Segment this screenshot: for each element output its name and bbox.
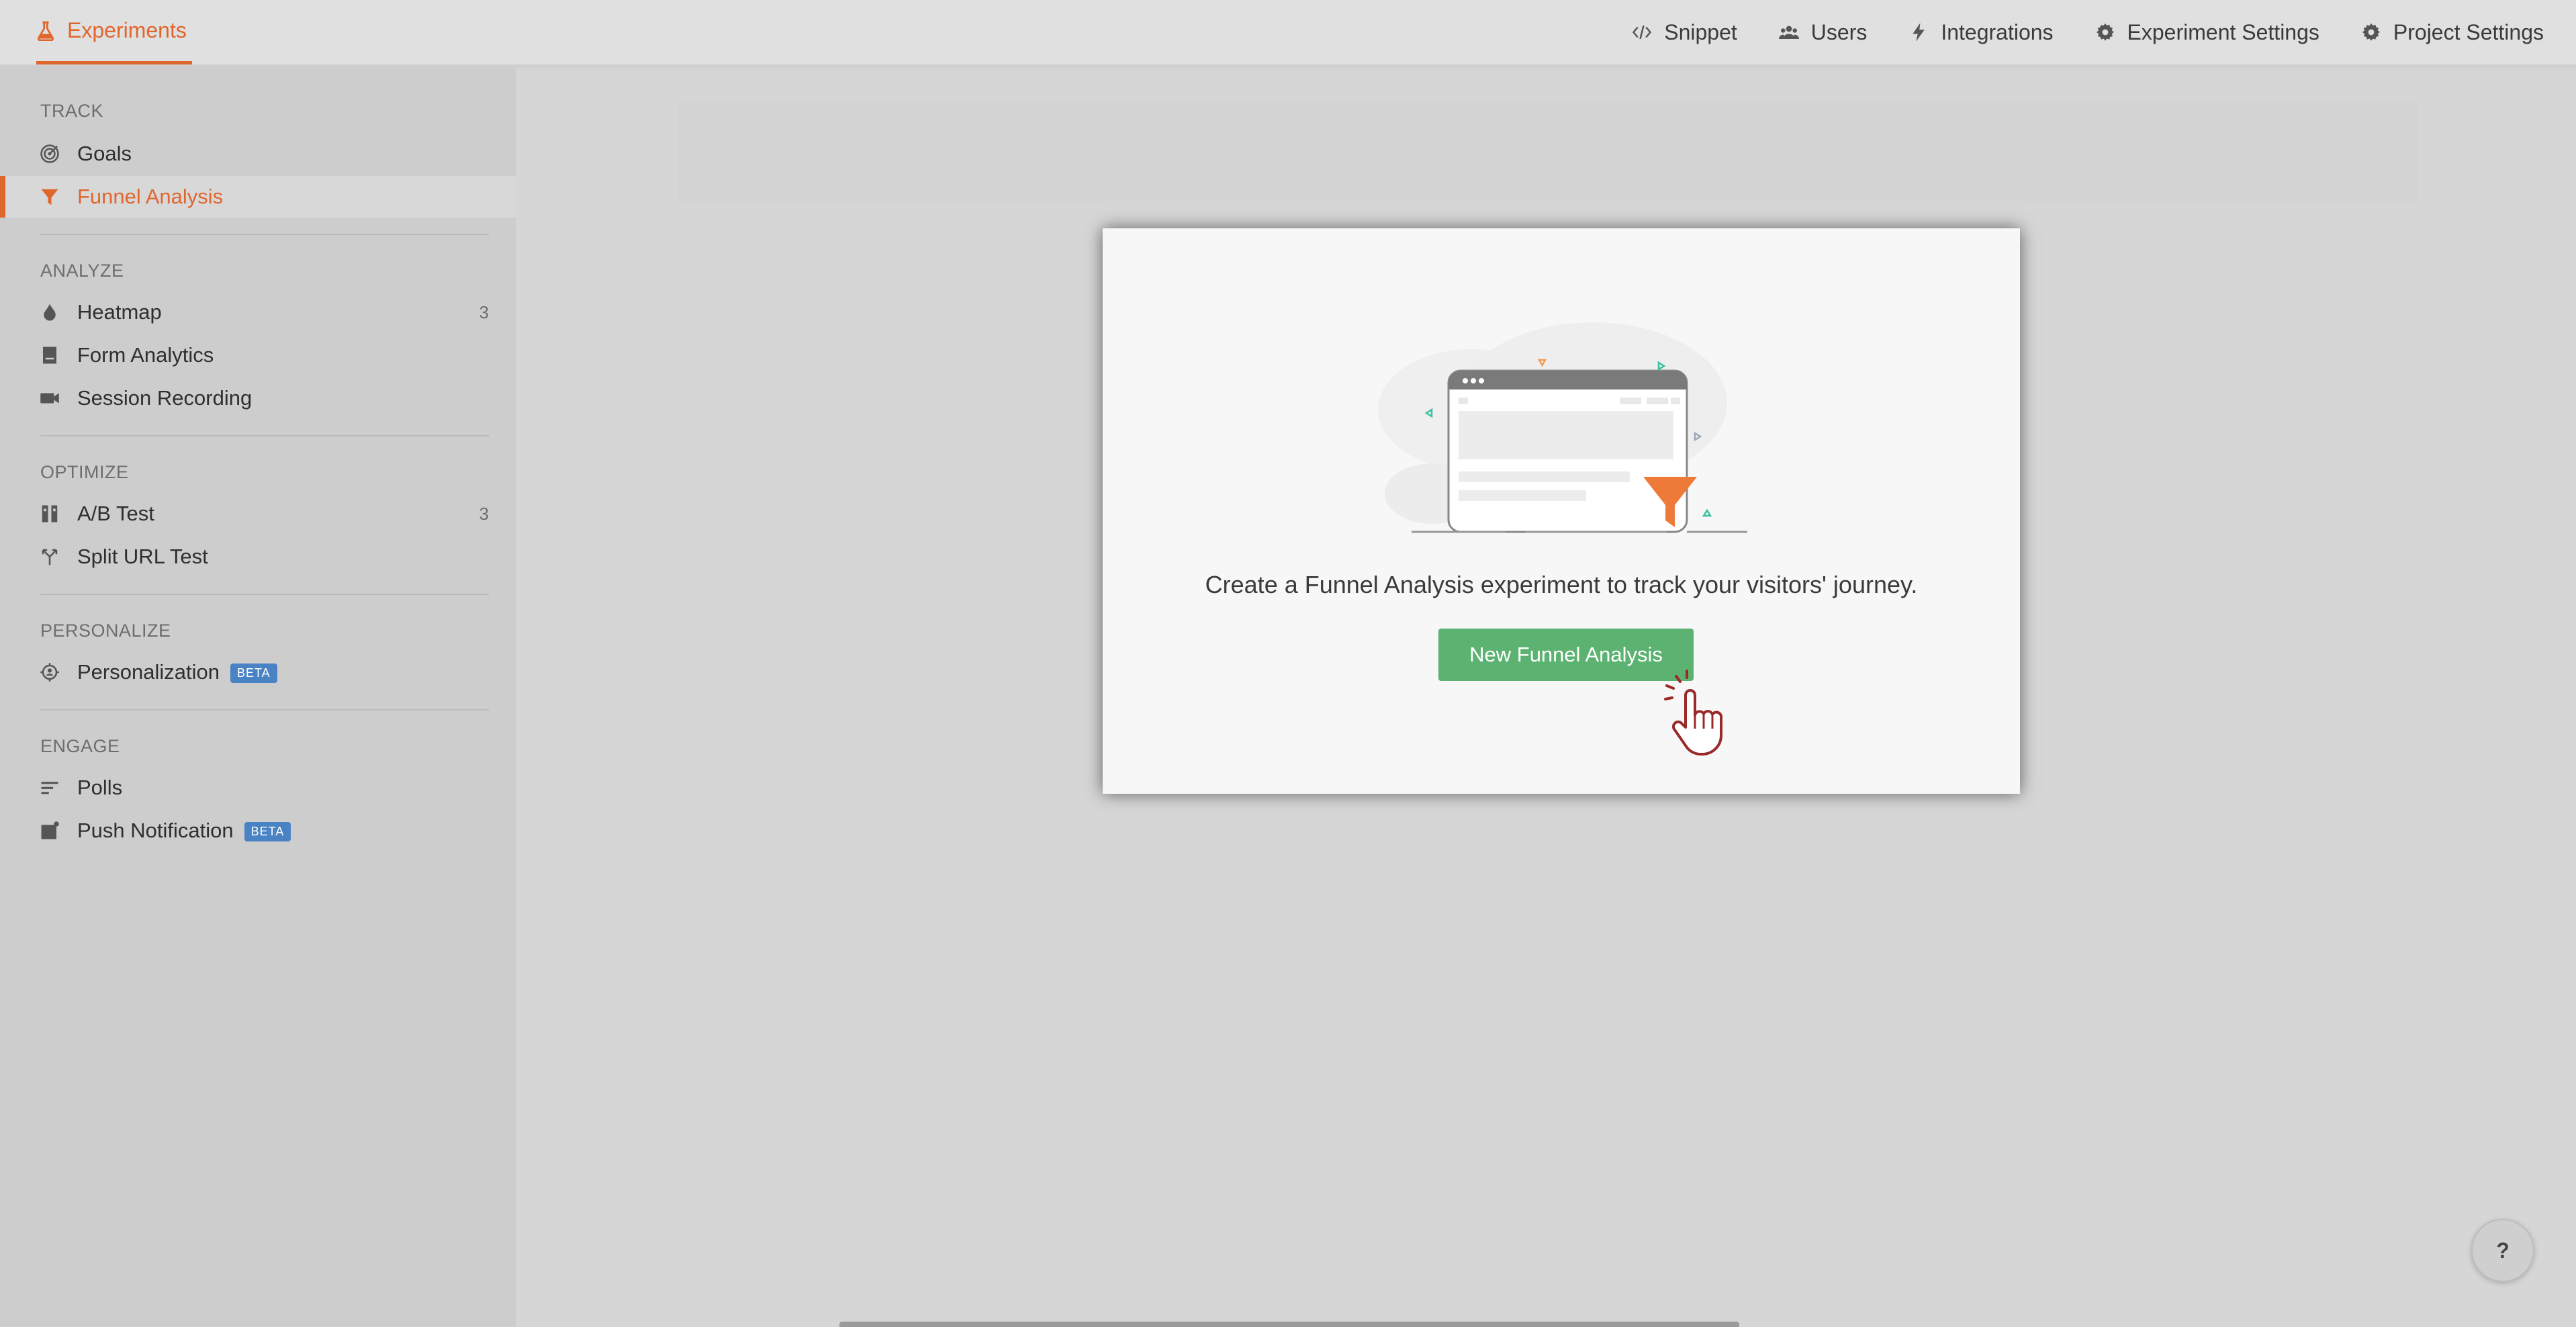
sidebar-item-label: Polls — [77, 776, 123, 799]
sidebar-item-goals[interactable]: Goals — [0, 133, 516, 175]
section-title-personalize: PERSONALIZE — [40, 621, 171, 641]
sidebar-item-form-analytics[interactable]: Form Analytics — [0, 334, 516, 376]
sidebar: TRACK Goals Funnel Analysis ANALYZE Heat… — [0, 66, 516, 1327]
experiments-tab[interactable]: Experiments — [36, 0, 192, 64]
beta-badge: BETA — [230, 664, 277, 684]
sidebar-item-label: Push Notification BETA — [77, 819, 291, 843]
experiments-tab-label: Experiments — [67, 18, 187, 42]
snippet-label: Snippet — [1664, 19, 1737, 44]
flask-icon — [37, 21, 54, 41]
push-notification-label: Push Notification — [77, 819, 234, 842]
sidebar-item-heatmap[interactable]: Heatmap 3 — [0, 291, 516, 333]
sidebar-item-funnel-analysis[interactable]: Funnel Analysis — [0, 176, 516, 218]
sidebar-item-polls[interactable]: Polls — [0, 767, 516, 809]
ab-test-count: 3 — [479, 503, 489, 524]
experiment-settings-label: Experiment Settings — [2127, 19, 2319, 44]
project-settings-link[interactable]: Project Settings — [2361, 20, 2544, 45]
divider — [40, 594, 489, 595]
divider — [40, 435, 489, 437]
section-title-analyze: ANALYZE — [40, 261, 124, 281]
sidebar-item-ab-test[interactable]: A/B Test 3 — [0, 493, 516, 535]
split-icon — [39, 546, 60, 567]
top-nav: Snippet Users Integrations Experiment Se… — [1632, 0, 2544, 64]
personalization-label: Personalization — [77, 660, 220, 684]
pointing-hand-icon — [1664, 670, 1722, 756]
ab-test-icon — [39, 503, 60, 524]
section-title-track: TRACK — [40, 101, 104, 121]
target-icon — [39, 143, 60, 165]
users-icon — [1778, 26, 1799, 39]
code-icon — [1632, 25, 1652, 40]
gear-icon — [2362, 23, 2380, 41]
funnel-icon — [39, 186, 60, 208]
camera-icon — [39, 387, 60, 409]
heatmap-count: 3 — [479, 302, 489, 322]
bolt-icon — [1913, 23, 1925, 42]
form-icon — [39, 345, 60, 366]
sidebar-item-label: A/B Test — [77, 502, 154, 525]
flame-icon — [39, 302, 60, 323]
background-panel — [678, 101, 2418, 201]
integrations-link[interactable]: Integrations — [1908, 19, 2054, 45]
project-settings-label: Project Settings — [2393, 19, 2544, 44]
snippet-link[interactable]: Snippet — [1632, 20, 1737, 45]
push-icon — [39, 820, 60, 841]
sidebar-item-session-recording[interactable]: Session Recording — [0, 377, 516, 419]
help-button[interactable]: ? — [2471, 1219, 2534, 1282]
sidebar-item-personalization[interactable]: Personalization BETA — [0, 651, 516, 693]
empty-state-message: Create a Funnel Analysis experiment to t… — [1205, 571, 1918, 598]
section-title-engage: ENGAGE — [40, 736, 120, 756]
section-title-optimize: OPTIMIZE — [40, 462, 129, 482]
sidebar-item-label: Funnel Analysis — [77, 185, 224, 208]
integrations-label: Integrations — [1941, 19, 2054, 44]
empty-state-modal: Create a Funnel Analysis experiment to t… — [1103, 228, 2020, 794]
gear-icon — [2096, 23, 2114, 41]
experiment-settings-link[interactable]: Experiment Settings — [2095, 20, 2319, 45]
funnel-illustration — [1378, 322, 1747, 533]
users-label: Users — [1810, 19, 1868, 44]
users-link[interactable]: Users — [1778, 19, 1868, 45]
personalization-icon — [39, 661, 60, 683]
divider — [40, 709, 489, 711]
sidebar-item-label: Session Recording — [77, 386, 252, 410]
sidebar-item-label: Form Analytics — [77, 343, 214, 367]
bottom-edge-bar — [839, 1322, 1739, 1327]
top-bar: Experiments Snippet Users Integrations E… — [0, 0, 2576, 66]
beta-badge: BETA — [244, 822, 291, 842]
sidebar-item-label: Split URL Test — [77, 545, 208, 568]
sidebar-item-label: Heatmap — [77, 300, 162, 324]
sidebar-item-label: Personalization BETA — [77, 660, 277, 684]
sidebar-item-label: Goals — [77, 142, 132, 165]
sidebar-item-push-notification[interactable]: Push Notification BETA — [0, 810, 516, 852]
divider — [40, 234, 489, 235]
polls-icon — [39, 777, 60, 798]
sidebar-item-split-url-test[interactable]: Split URL Test — [0, 536, 516, 578]
